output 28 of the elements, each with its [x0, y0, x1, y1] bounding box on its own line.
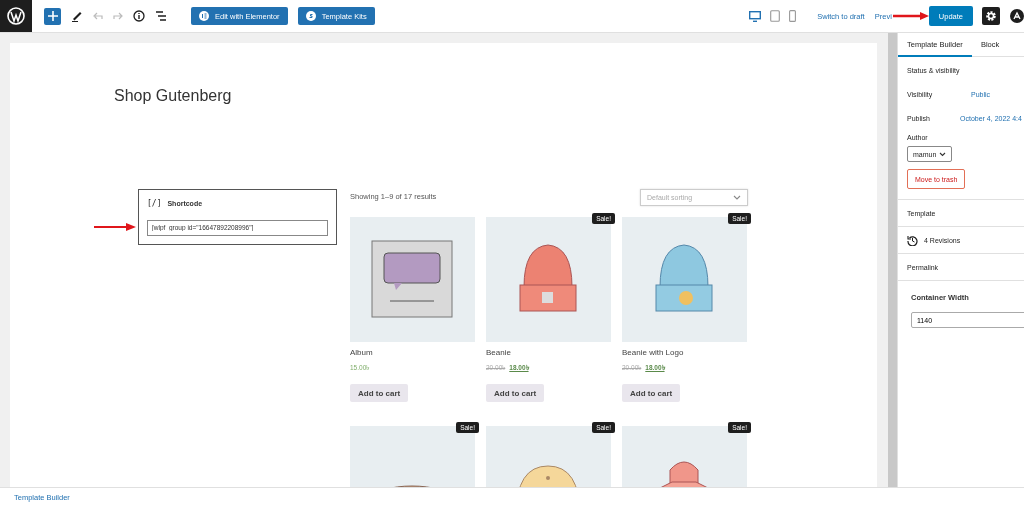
arrow-icon: [892, 12, 929, 20]
settings-button[interactable]: [982, 7, 1000, 25]
elementor-logo-icon: [199, 11, 209, 21]
settings-icon: [985, 10, 997, 22]
page-title: Shop Gutenberg: [114, 87, 233, 106]
scrollbar[interactable]: [888, 33, 897, 487]
pencil-icon[interactable]: [71, 10, 83, 22]
wordpress-logo-icon: [7, 7, 25, 25]
mobile-icon[interactable]: [789, 10, 797, 22]
history-icon: [907, 234, 918, 246]
chevron-down-icon: [939, 151, 946, 157]
product-name[interactable]: Album: [350, 348, 475, 357]
list-view-icon[interactable]: [155, 11, 167, 21]
add-block-button[interactable]: [44, 7, 61, 25]
add-to-cart-button[interactable]: Add to cart: [622, 384, 681, 402]
chevron-down-icon: [733, 195, 741, 200]
kits-logo-icon: [305, 11, 316, 21]
product-name[interactable]: Beanie: [486, 348, 611, 357]
shortcode-icon: [/]: [147, 199, 162, 208]
plugin-logo-icon[interactable]: [1010, 9, 1024, 23]
product-name[interactable]: Beanie with Logo: [622, 348, 747, 357]
info-icon[interactable]: [133, 10, 145, 22]
add-to-cart-button[interactable]: Add to cart: [486, 384, 545, 402]
add-to-cart-button[interactable]: Add to cart: [350, 384, 409, 402]
desktop-icon[interactable]: [749, 10, 762, 22]
logo-tile[interactable]: [0, 0, 32, 32]
arrow-icon: [94, 223, 136, 231]
plus-icon: [47, 11, 58, 21]
